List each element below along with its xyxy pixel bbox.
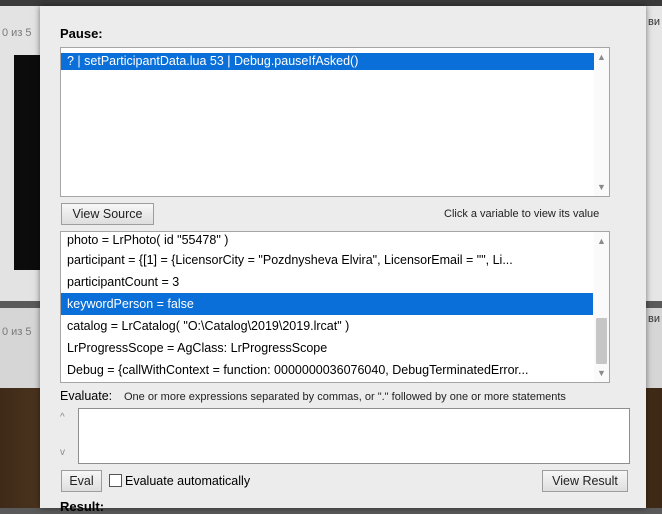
variable-item-selected[interactable]: keywordPerson = false [61,293,593,315]
history-up-icon[interactable]: ^ [60,412,65,423]
evaluate-hint: One or more expressions separated by com… [124,391,566,403]
variable-item[interactable]: participantCount = 3 [61,271,593,293]
view-source-button[interactable]: View Source [61,203,154,225]
scroll-down-icon[interactable]: ▼ [594,180,609,194]
variables-hint: Click a variable to view its value [444,208,600,220]
pause-label: Pause: [60,26,103,41]
variables-list[interactable]: photo = LrPhoto( id "55478" ) participan… [60,231,610,383]
evaluate-label: Evaluate: [60,389,113,403]
variable-item[interactable]: photo = LrPhoto( id "55478" ) [61,232,593,249]
variables-scrollbar[interactable]: ▲ ▼ [594,232,609,382]
stack-list-scrollbar[interactable]: ▲ ▼ [594,48,609,196]
result-label: Result: [60,499,105,514]
debug-dialog: Pause: ? | setParticipantData.lua 53 | D… [40,6,646,514]
background-right-label: ви [648,313,660,325]
variable-item[interactable]: Debug = {callWithContext = function: 000… [61,359,593,381]
evaluate-automatically-checkbox[interactable] [109,474,122,487]
eval-button[interactable]: Eval [61,470,102,492]
background-photo-thumbnail [14,55,40,270]
background-right-label: ви [648,16,660,28]
scroll-up-icon[interactable]: ▲ [594,234,609,248]
stack-frame-list[interactable]: ? | setParticipantData.lua 53 | Debug.pa… [60,47,610,197]
evaluate-automatically-label: Evaluate automatically [125,474,251,488]
evaluate-input[interactable] [78,408,630,464]
variable-item[interactable]: catalog = LrCatalog( "O:\Catalog\2019\20… [61,315,593,337]
scroll-down-icon[interactable]: ▼ [594,366,609,380]
background-count-label: 0 из 5 [2,27,32,39]
scroll-up-icon[interactable]: ▲ [594,50,609,64]
scrollbar-thumb[interactable] [596,318,607,364]
variable-item[interactable]: LrProgressScope = AgClass: LrProgressSco… [61,337,593,359]
background-right-panel [646,6,662,301]
variable-item[interactable]: participant = {[1] = {LicensorCity = "Po… [61,249,593,271]
history-down-icon[interactable]: v [60,447,65,458]
background-count-label: 0 из 5 [2,326,32,338]
background-left-panel-lower [0,308,40,388]
view-result-button[interactable]: View Result [542,470,628,492]
stack-frame-item[interactable]: ? | setParticipantData.lua 53 | Debug.pa… [61,53,594,70]
